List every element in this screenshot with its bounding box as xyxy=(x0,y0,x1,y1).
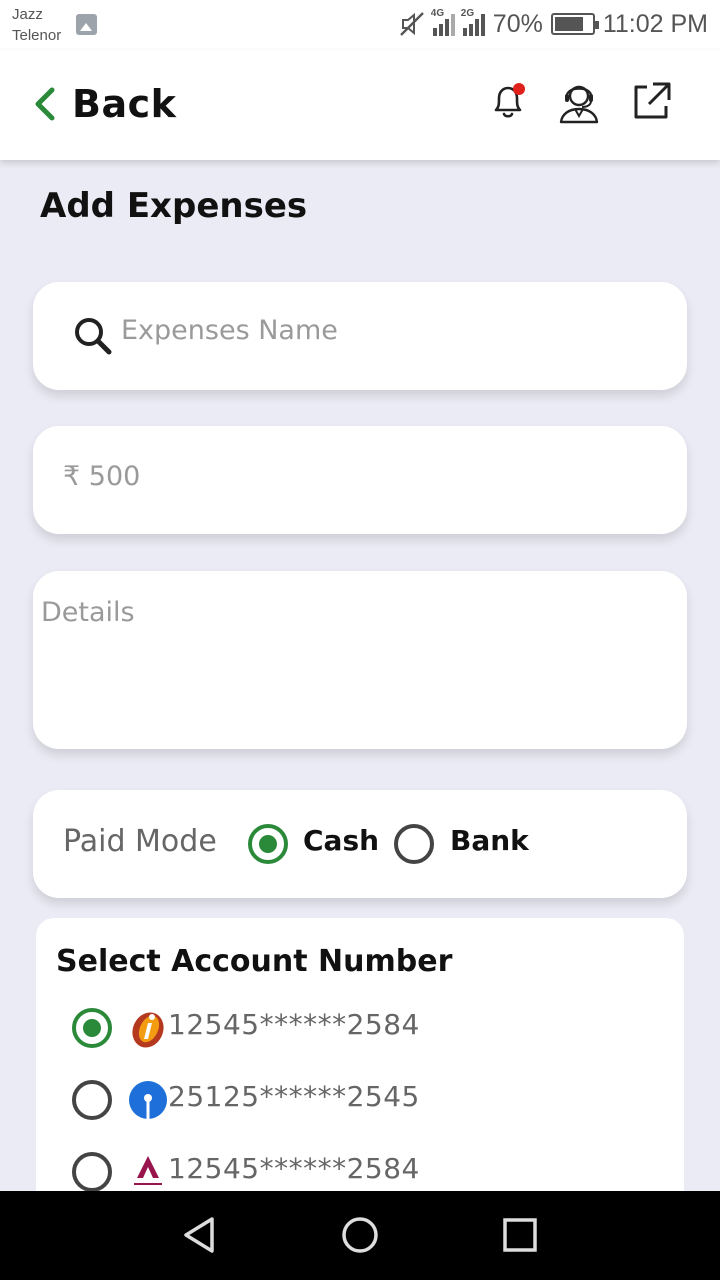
account-radio[interactable] xyxy=(72,1152,112,1192)
account-selection-card: Select Account Number 12545******2584 25… xyxy=(36,918,684,1218)
chevron-left-icon xyxy=(35,87,55,121)
carrier-2: Telenor xyxy=(12,27,62,44)
status-icons: 4G 2G 70% 11:02 PM xyxy=(399,6,708,42)
amount-field[interactable]: ₹ 500 xyxy=(33,426,687,534)
cash-radio[interactable] xyxy=(248,824,288,864)
external-link-icon[interactable] xyxy=(627,78,675,126)
bank-label[interactable]: Bank xyxy=(450,824,529,857)
support-agent-icon[interactable] xyxy=(555,78,603,126)
carrier-1: Jazz xyxy=(12,6,43,23)
account-radio[interactable] xyxy=(72,1080,112,1120)
account-number: 12545******2584 xyxy=(168,1008,420,1041)
recents-nav-icon[interactable] xyxy=(500,1215,540,1255)
expense-name-field[interactable]: Expenses Name xyxy=(33,282,687,390)
back-button[interactable]: Back xyxy=(30,82,176,126)
battery-icon xyxy=(550,13,599,35)
page-title: Add Expenses xyxy=(40,186,308,226)
back-label: Back xyxy=(72,82,177,126)
details-field[interactable]: Details xyxy=(33,571,687,749)
mute-icon xyxy=(399,12,424,36)
status-bar: Jazz Telenor 4G 2G 70% 11:02 PM xyxy=(0,0,720,50)
carrier-info: Jazz Telenor xyxy=(12,4,61,46)
back-nav-icon[interactable] xyxy=(180,1215,220,1255)
battery-percent: 70% xyxy=(492,9,543,38)
account-radio[interactable] xyxy=(72,1008,112,1048)
signal-2g-icon: 2G xyxy=(461,8,485,36)
bank-radio[interactable] xyxy=(394,824,434,864)
paid-mode-label: Paid Mode xyxy=(63,824,217,859)
cash-label[interactable]: Cash xyxy=(303,824,379,857)
details-placeholder: Details xyxy=(41,597,135,628)
gallery-icon xyxy=(76,14,97,35)
axis-logo-icon xyxy=(134,1156,162,1185)
system-nav-bar xyxy=(0,1191,720,1280)
bell-icon[interactable] xyxy=(484,78,532,126)
sbi-logo-icon xyxy=(129,1081,167,1119)
account-option[interactable]: 12545******2584 xyxy=(36,998,684,1058)
search-icon xyxy=(75,318,112,355)
expense-name-placeholder: Expenses Name xyxy=(121,315,338,346)
home-nav-icon[interactable] xyxy=(340,1215,380,1255)
paid-mode-group: Paid Mode Cash Bank xyxy=(33,790,687,898)
icici-logo-icon xyxy=(132,1012,164,1048)
account-number: 12545******2584 xyxy=(168,1152,420,1185)
signal-4g-icon: 4G xyxy=(431,8,455,36)
clock: 11:02 PM xyxy=(602,9,708,38)
account-option[interactable]: 25125******2545 xyxy=(36,1070,684,1130)
account-number: 25125******2545 xyxy=(168,1080,420,1113)
app-header: Back xyxy=(0,50,720,160)
account-section-title: Select Account Number xyxy=(56,944,453,979)
amount-placeholder: ₹ 500 xyxy=(63,461,141,492)
